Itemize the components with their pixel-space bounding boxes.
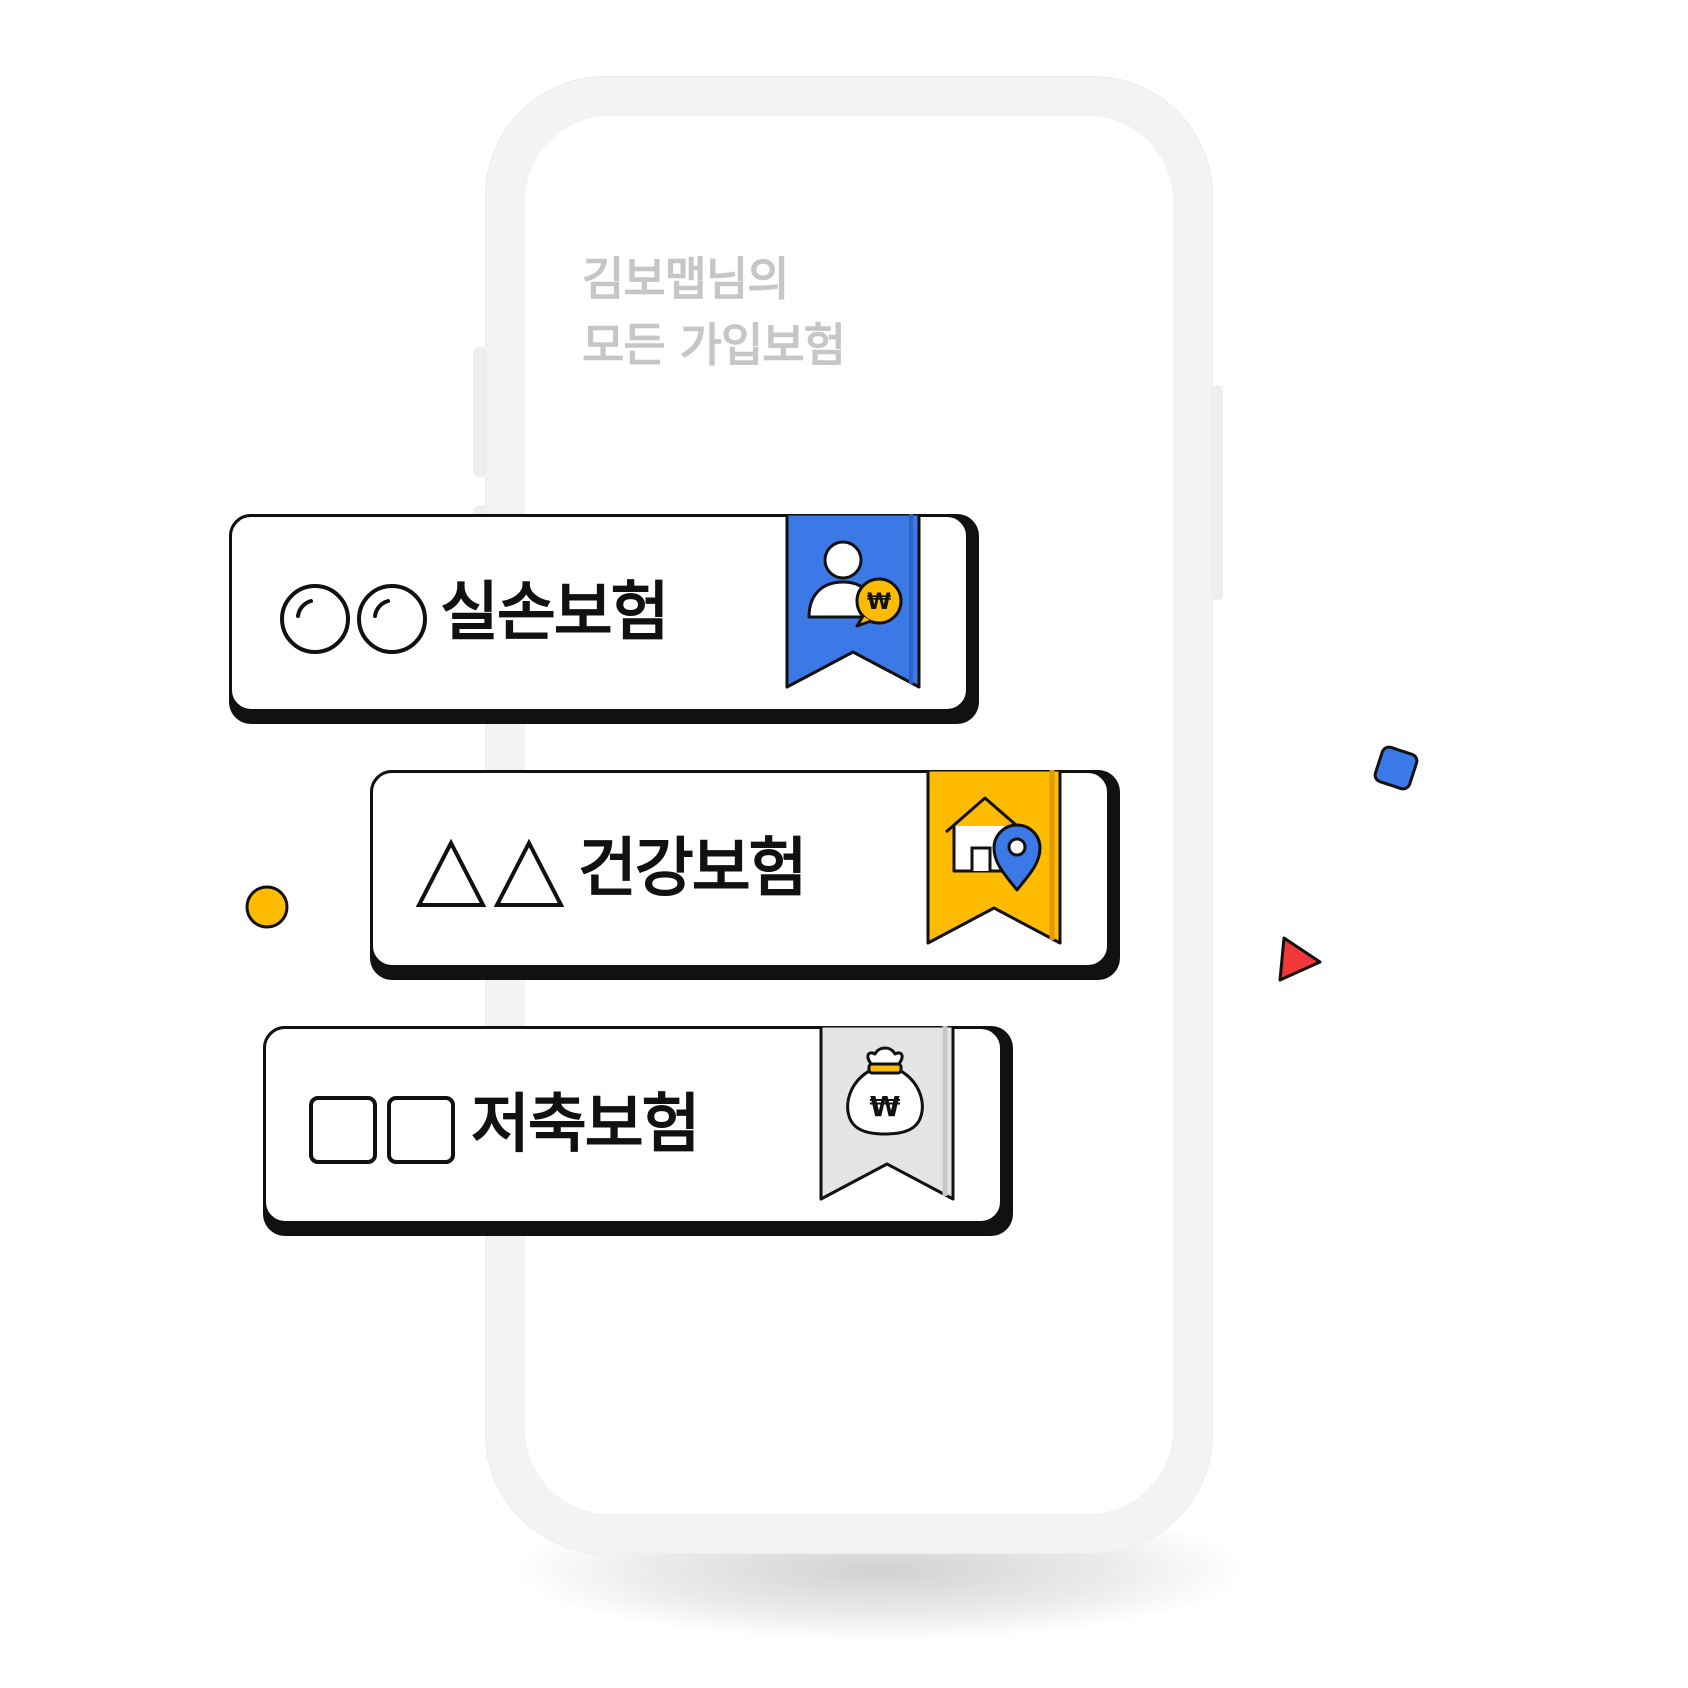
greeting-line-2: 모든 가입보험 — [582, 318, 846, 372]
card-face[interactable]: 실손보험 ₩ — [229, 514, 969, 712]
phone-side-button-right — [1211, 385, 1223, 600]
bookmark-ribbon-blue: ₩ — [785, 514, 921, 689]
blue-square-decoration — [1373, 745, 1419, 791]
circle-pair-icon — [280, 584, 427, 654]
card-face[interactable]: 저축보험 ₩ — [263, 1026, 1003, 1224]
svg-text:₩: ₩ — [870, 1090, 901, 1123]
bookmark-ribbon-gray: ₩ — [819, 1026, 955, 1201]
card-title: 저축보험 — [471, 1088, 701, 1162]
red-triangle-decoration — [1278, 936, 1322, 982]
square-pair-icon — [309, 1096, 455, 1164]
triangle-pair-icon — [415, 839, 565, 907]
insurance-card-savings[interactable]: 저축보험 ₩ — [263, 1026, 1013, 1236]
svg-text:₩: ₩ — [867, 590, 891, 615]
bookmark-ribbon-yellow — [926, 770, 1062, 945]
greeting-heading: 김보맵님의 모든 가입보험 — [582, 246, 846, 378]
card-title: 실손보험 — [440, 576, 670, 650]
yellow-dot-decoration — [245, 885, 289, 929]
insurance-card-health[interactable]: 건강보험 — [370, 770, 1120, 980]
phone-side-button-left — [473, 347, 487, 477]
insurance-card-medical[interactable]: 실손보험 ₩ — [229, 514, 979, 724]
greeting-line-1: 김보맵님의 — [582, 252, 790, 306]
card-title: 건강보험 — [578, 832, 808, 906]
card-face[interactable]: 건강보험 — [370, 770, 1110, 968]
